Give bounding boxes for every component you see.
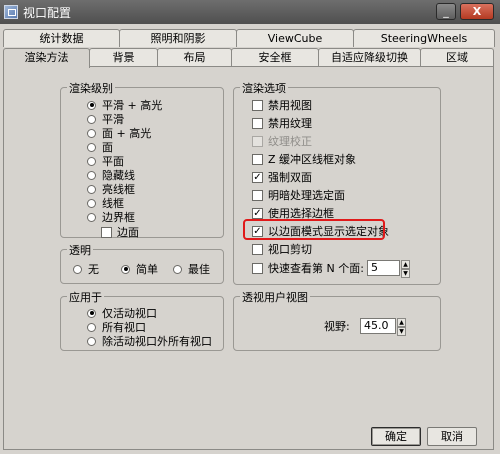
checkbox-box <box>252 99 263 111</box>
checkbox-box <box>252 243 263 255</box>
disable-textures-checkbox[interactable]: 禁用纹理 <box>252 116 312 130</box>
radio-smooth[interactable]: 平滑 <box>87 112 124 126</box>
radio-indicator <box>87 170 96 180</box>
checkbox-box <box>252 135 263 147</box>
viewport-clipping-checkbox[interactable]: 视口剪切 <box>252 242 312 256</box>
radio-facets[interactable]: 面 <box>87 140 113 154</box>
radio-smooth-highlight[interactable]: 平滑 + 高光 <box>87 98 162 112</box>
radio-wireframe[interactable]: 线框 <box>87 196 124 210</box>
radio-bounding-box[interactable]: 边界框 <box>87 210 135 224</box>
transparency-title: 透明 <box>67 242 93 258</box>
tab-row-top: 统计数据 照明和阴影 ViewCube SteeringWheels <box>3 29 495 47</box>
radio-indicator <box>87 308 96 318</box>
radio-lit-wireframe[interactable]: 亮线框 <box>87 182 135 196</box>
tab-render-method[interactable]: 渲染方法 <box>3 48 90 68</box>
radio-indicator <box>87 322 96 332</box>
tab-safe-frame[interactable]: 安全框 <box>231 48 319 66</box>
radio-indicator <box>173 264 182 274</box>
radio-indicator <box>87 156 96 166</box>
radio-facets-highlight[interactable]: 面 + 高光 <box>87 126 151 140</box>
checkbox-box <box>252 117 263 129</box>
render-options-title: 渲染选项 <box>240 80 288 96</box>
highlight-annotation <box>243 219 385 240</box>
window-title: 视口配置 <box>23 5 72 20</box>
radio-indicator <box>87 212 96 222</box>
nth-face-spinner[interactable]: 5 ▲ ▼ <box>367 260 410 278</box>
spin-down-icon[interactable]: ▼ <box>397 327 406 336</box>
radio-indicator <box>87 114 96 124</box>
radio-indicator <box>87 142 96 152</box>
tab-lighting-shadows[interactable]: 照明和阴影 <box>119 29 237 47</box>
tab-panel-render-method: 渲染级别 平滑 + 高光 平滑 面 + 高光 面 平面 隐藏线 亮线框 线框 边… <box>3 66 494 450</box>
tab-row-bottom: 渲染方法 背景 布局 安全框 自适应降级切换 区域 <box>3 48 494 68</box>
app-icon <box>4 5 18 19</box>
ok-button[interactable]: 确定 <box>371 427 421 446</box>
radio-all-viewports[interactable]: 所有视口 <box>87 320 146 334</box>
perspective-user-view-group: 透视用户视图 视野: 45.0 ▲ ▼ <box>233 289 441 351</box>
zbuffer-wire-objects-checkbox[interactable]: Z 缓冲区线框对象 <box>252 152 356 166</box>
disable-view-checkbox[interactable]: 禁用视图 <box>252 98 312 112</box>
spin-up-icon[interactable]: ▲ <box>401 260 410 269</box>
checkmark-icon: ✓ <box>252 207 263 219</box>
radio-active-viewport-only[interactable]: 仅活动视口 <box>87 306 157 320</box>
minimize-button[interactable]: _ <box>436 3 456 20</box>
radio-indicator <box>87 336 96 346</box>
tab-viewcube[interactable]: ViewCube <box>236 29 354 47</box>
apply-to-title: 应用于 <box>67 289 104 305</box>
perspective-title: 透视用户视图 <box>240 289 310 305</box>
radio-hidden-line[interactable]: 隐藏线 <box>87 168 135 182</box>
radio-indicator <box>87 128 96 138</box>
radio-indicator <box>73 264 82 274</box>
spin-up-icon[interactable]: ▲ <box>397 318 406 327</box>
fast-view-nth-face-checkbox[interactable]: 快速查看第 N 个面: <box>252 261 364 275</box>
fov-input[interactable]: 45.0 <box>360 318 396 334</box>
radio-transparency-best[interactable]: 最佳 <box>173 262 210 276</box>
radio-all-but-active[interactable]: 除活动视口外所有视口 <box>87 334 212 348</box>
nth-face-input[interactable]: 5 <box>367 260 400 276</box>
tab-statistics[interactable]: 统计数据 <box>3 29 120 47</box>
radio-indicator <box>121 264 130 274</box>
use-selection-brackets-checkbox[interactable]: ✓ 使用选择边框 <box>252 206 334 220</box>
close-button[interactable]: X <box>460 3 494 20</box>
fov-spinner[interactable]: 45.0 ▲ ▼ <box>360 318 406 336</box>
spin-down-icon[interactable]: ▼ <box>401 269 410 278</box>
tab-regions[interactable]: 区域 <box>420 48 494 66</box>
force-2-sided-checkbox[interactable]: ✓ 强制双面 <box>252 170 312 184</box>
radio-indicator <box>87 198 96 208</box>
tab-background[interactable]: 背景 <box>89 48 158 66</box>
checkbox-box <box>252 153 263 165</box>
fov-label: 视野: <box>324 320 350 333</box>
radio-transparency-simple[interactable]: 简单 <box>121 262 158 276</box>
render-options-group: 渲染选项 禁用视图 禁用纹理 纹理校正 Z 缓冲区线框对象 ✓ 强制双面 明暗处理… <box>233 80 441 285</box>
tab-steeringwheels[interactable]: SteeringWheels <box>353 29 495 47</box>
shade-selected-faces-checkbox[interactable]: 明暗处理选定面 <box>252 188 345 202</box>
nth-face-spin-buttons[interactable]: ▲ ▼ <box>401 260 410 278</box>
apply-to-group: 应用于 仅活动视口 所有视口 除活动视口外所有视口 <box>60 289 224 351</box>
checkmark-icon: ✓ <box>252 171 263 183</box>
checkbox-box <box>252 189 263 201</box>
cancel-button[interactable]: 取消 <box>427 427 477 446</box>
title-bar: 视口配置 _ X <box>0 0 500 24</box>
checkbox-box <box>101 226 112 238</box>
radio-indicator <box>87 184 96 194</box>
render-level-group: 渲染级别 平滑 + 高光 平滑 面 + 高光 面 平面 隐藏线 亮线框 线框 边… <box>60 80 224 239</box>
transparency-group: 透明 无 简单 最佳 <box>60 242 224 284</box>
checkbox-box <box>252 262 263 274</box>
tab-adaptive-degradation[interactable]: 自适应降级切换 <box>318 48 421 66</box>
edged-faces-checkbox[interactable]: 边面 <box>101 225 139 239</box>
radio-indicator <box>87 100 96 110</box>
radio-flat[interactable]: 平面 <box>87 154 124 168</box>
fov-spin-buttons[interactable]: ▲ ▼ <box>397 318 406 336</box>
radio-transparency-none[interactable]: 无 <box>73 262 99 276</box>
tab-layout[interactable]: 布局 <box>157 48 232 66</box>
render-level-title: 渲染级别 <box>67 80 115 96</box>
texture-correction-checkbox: 纹理校正 <box>252 134 312 148</box>
